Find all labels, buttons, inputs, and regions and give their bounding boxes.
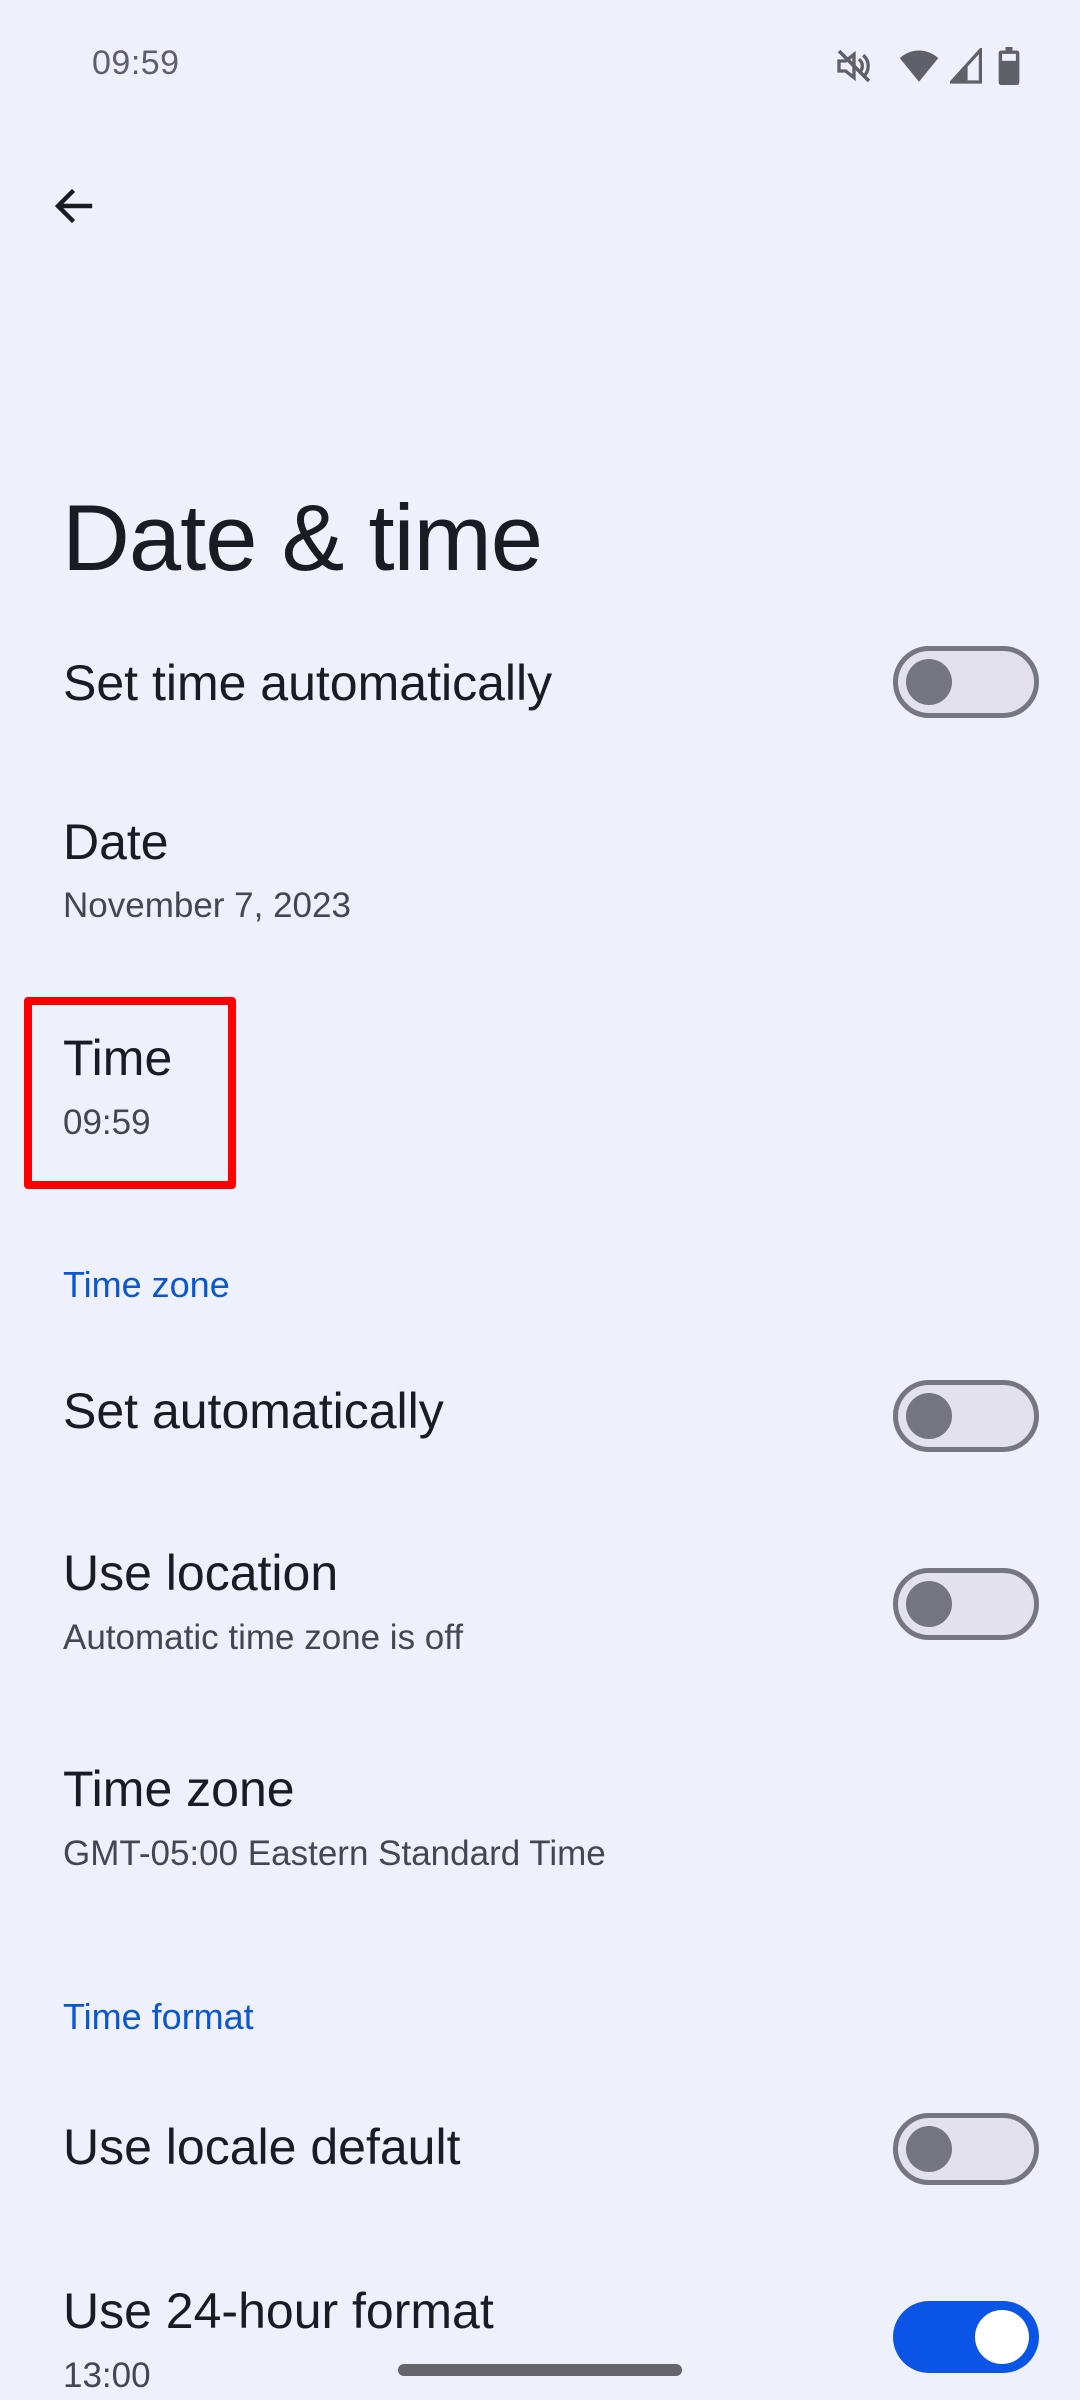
use-location-row[interactable]: Use location Automatic time zone is off [0,1520,1080,1680]
set-time-automatically-switch[interactable] [893,646,1039,718]
status-bar: 09:59 [0,0,1080,130]
use-24-hour-row[interactable]: Use 24-hour format 13:00 [0,2260,1080,2400]
back-button[interactable] [38,172,110,244]
status-icons [834,44,1020,88]
time-zone-row[interactable]: Time zone GMT-05:00 Eastern Standard Tim… [0,1740,1080,1900]
use-location-switch[interactable] [893,1568,1039,1640]
time-zone-value: GMT-05:00 Eastern Standard Time [63,1834,606,1873]
switch-knob [906,2126,952,2172]
use-24-hour-subtitle: 13:00 [63,2356,151,2395]
date-label: Date [63,814,169,870]
status-time: 09:59 [92,44,180,82]
set-automatically-row[interactable]: Set automatically [0,1350,1080,1480]
time-zone-label: Time zone [63,1761,295,1817]
time-value: 09:59 [63,1103,151,1142]
gesture-nav-handle[interactable] [398,2364,682,2376]
wifi-icon [898,48,940,84]
time-row[interactable]: Time 09:59 [0,1005,1080,1180]
date-row[interactable]: Date November 7, 2023 [0,790,1080,950]
switch-knob [975,2310,1029,2364]
use-locale-default-label: Use locale default [63,2119,461,2175]
signal-icon [950,48,982,84]
set-time-automatically-row[interactable]: Set time automatically [0,620,1080,750]
date-value: November 7, 2023 [63,886,351,925]
arrow-back-icon [50,182,98,235]
use-location-subtitle: Automatic time zone is off [63,1618,464,1657]
time-zone-section-header: Time zone [63,1264,230,1305]
set-automatically-switch[interactable] [893,1380,1039,1452]
switch-knob [906,659,952,705]
switch-knob [906,1393,952,1439]
mute-icon [834,46,874,86]
set-time-automatically-label: Set time automatically [63,655,553,711]
switch-knob [906,1581,952,1627]
use-locale-default-switch[interactable] [893,2113,1039,2185]
set-automatically-label: Set automatically [63,1383,444,1439]
page-title: Date & time [62,484,543,590]
use-locale-default-row[interactable]: Use locale default [0,2080,1080,2210]
battery-icon [998,47,1020,85]
use-24-hour-switch[interactable] [893,2301,1039,2373]
use-24-hour-label: Use 24-hour format [63,2283,494,2339]
time-format-section-header: Time format [63,1996,254,2037]
time-label: Time [63,1030,173,1086]
use-location-label: Use location [63,1545,339,1601]
